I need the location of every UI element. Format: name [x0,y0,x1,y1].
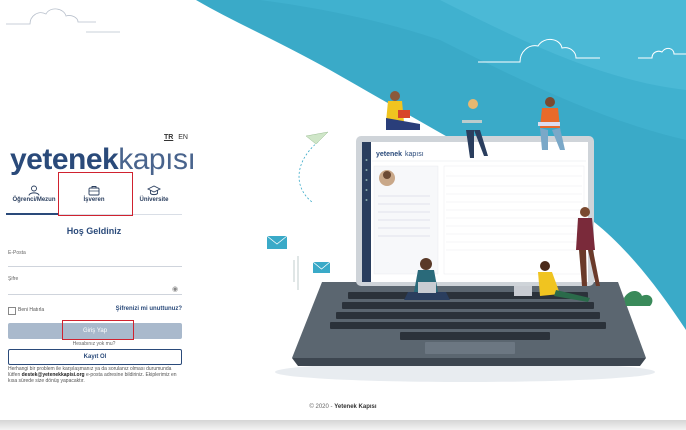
tab-university-label: Üniversite [139,197,169,203]
footer-year: © 2020 - [309,404,335,410]
bottom-shadow [0,420,686,430]
help-text: Herhangi bir problem ile karşılaşmanız y… [8,366,184,384]
highlight-employer-tab [58,172,133,216]
register-button[interactable]: Kayıt Ol [8,349,182,365]
remember-label: Beni Hatırla [18,307,45,313]
lang-tr[interactable]: TR [164,134,173,141]
svg-text:kapısı: kapısı [405,151,424,158]
highlight-login-button [62,320,134,340]
password-label: Şifre [8,276,19,282]
lang-en[interactable]: EN [178,134,188,141]
svg-text:yetenek: yetenek [376,151,402,158]
person-icon [28,185,40,196]
remember-checkbox[interactable] [8,307,16,315]
language-switcher: TR EN [0,134,188,141]
forgot-password-link[interactable]: Şifrenizi mi unuttunuz? [116,306,182,312]
welcome-heading: Hoş Geldiniz [66,226,122,236]
no-account-text: Hesabınız yok mu? [72,341,116,347]
footer-brand: Yetenek Kapısı [334,404,377,410]
email-field[interactable] [8,266,182,267]
active-tab-indicator [6,213,58,215]
eye-icon[interactable]: ◉ [172,285,178,293]
password-field[interactable] [8,294,182,295]
page: yetenek kapısı TR EN yetenekkapısı Öğren… [0,0,686,420]
tab-student[interactable]: Öğrenci/Mezun [6,185,62,213]
graduation-cap-icon [147,185,161,196]
email-label: E-Posta [8,250,26,256]
tab-student-label: Öğrenci/Mezun [12,197,56,203]
tab-university[interactable]: Üniversite [126,185,182,213]
footer: © 2020 - Yetenek Kapısı [0,404,686,410]
